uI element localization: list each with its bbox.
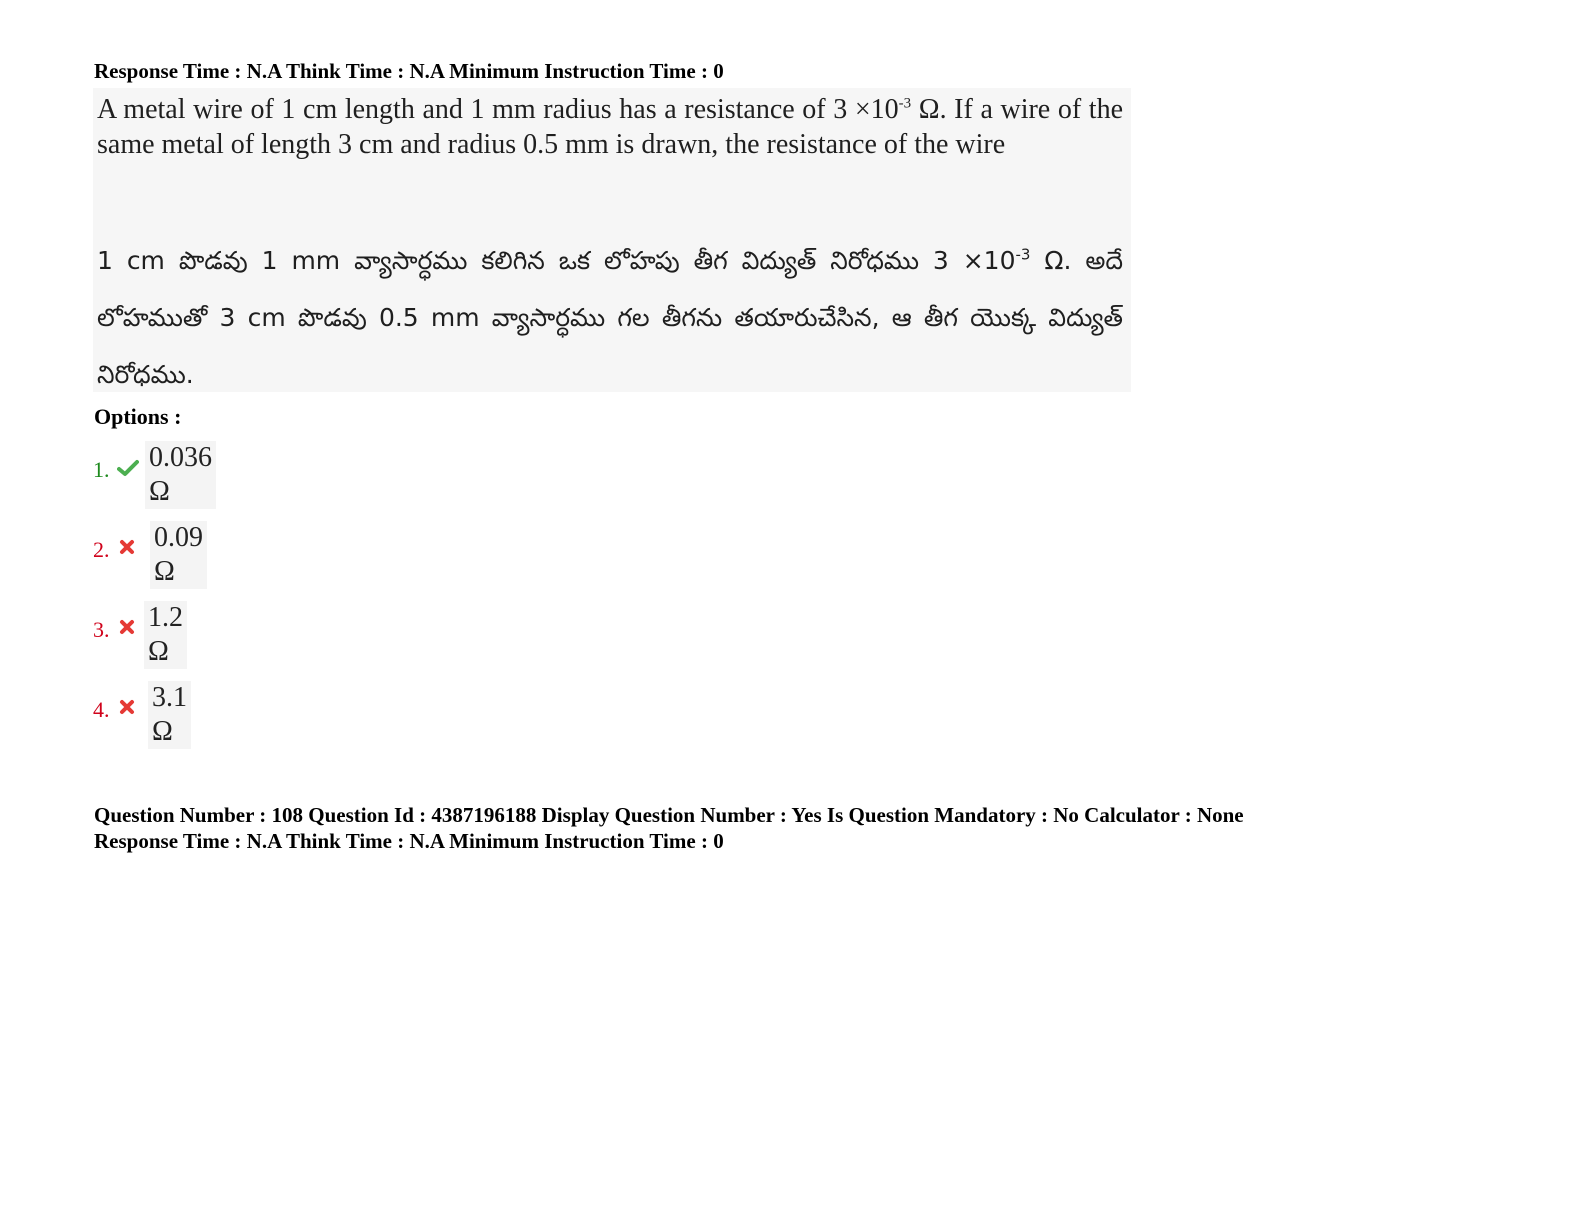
option-number: 4. (93, 697, 110, 722)
option-number: 2. (93, 537, 110, 562)
question-text-telugu: 1 cm పొడవు 1 mm వ్యాసార్ధము కలిగిన ఒక లో… (97, 232, 1123, 403)
question-text-telugu-part1: 1 cm పొడవు 1 mm వ్యాసార్ధము కలిగిన ఒక లో… (97, 246, 1016, 275)
option-value: 3.1 Ω (148, 681, 191, 749)
question-info-line: Question Number : 108 Question Id : 4387… (94, 803, 1244, 827)
option-value: 1.2 Ω (144, 601, 187, 669)
question-text-english-part1: A metal wire of 1 cm length and 1 mm rad… (97, 94, 899, 125)
response-time-line: Response Time : N.A Think Time : N.A Min… (94, 829, 724, 853)
exponent: -3 (1015, 245, 1031, 264)
exponent: -3 (898, 95, 912, 112)
option-value: 0.036 Ω (145, 441, 216, 509)
cross-icon (117, 697, 139, 719)
question-image: A metal wire of 1 cm length and 1 mm rad… (93, 88, 1131, 392)
cross-icon (117, 537, 139, 559)
response-time-line: Response Time : N.A Think Time : N.A Min… (94, 59, 724, 83)
check-icon (117, 457, 139, 479)
question-text-english: A metal wire of 1 cm length and 1 mm rad… (97, 92, 1123, 162)
option-number: 1. (93, 457, 110, 482)
cross-icon (117, 617, 139, 639)
options-label: Options : (94, 404, 182, 429)
option-value: 0.09 Ω (150, 521, 207, 589)
option-number: 3. (93, 617, 110, 642)
